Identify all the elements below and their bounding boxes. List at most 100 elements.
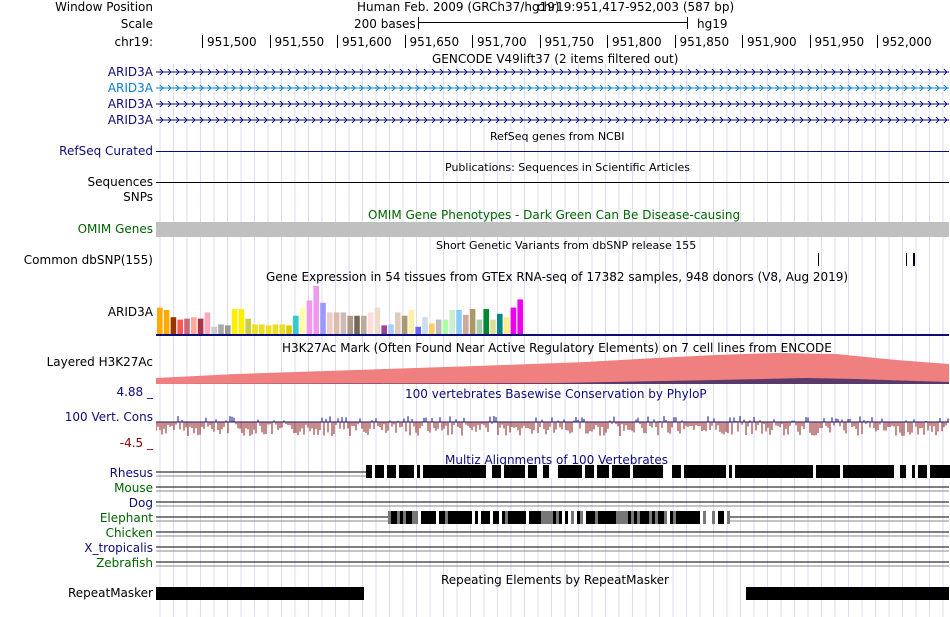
gtex-tissue-bar[interactable] [395, 312, 401, 334]
alignment-block[interactable] [891, 465, 894, 478]
alignment-block[interactable] [714, 465, 717, 478]
alignment-block[interactable] [903, 465, 906, 478]
alignment-block[interactable] [567, 465, 570, 478]
alignment-block[interactable] [619, 511, 622, 524]
alignment-block[interactable] [516, 465, 519, 478]
alignment-block[interactable] [735, 465, 738, 478]
alignment-block[interactable] [403, 511, 406, 524]
multiz-species-label[interactable]: Mouse [114, 481, 153, 496]
alignment-block[interactable] [771, 465, 774, 478]
alignment-block[interactable] [384, 465, 387, 478]
alignment-block[interactable] [705, 465, 708, 478]
alignment-block[interactable] [924, 465, 927, 478]
alignment-block[interactable] [556, 511, 559, 524]
alignment-block[interactable] [525, 465, 528, 478]
alignment-block[interactable] [709, 511, 712, 524]
alignment-block[interactable] [598, 511, 601, 524]
alignment-block[interactable] [615, 465, 618, 478]
conservation-label[interactable]: 100 Vert. Cons [65, 410, 153, 425]
snps-label[interactable]: SNPs [123, 190, 153, 205]
alignment-block[interactable] [501, 465, 504, 478]
h3k27ac-label[interactable]: Layered H3K27Ac [47, 355, 153, 370]
alignment-block[interactable] [544, 511, 547, 524]
alignment-block[interactable] [456, 465, 459, 478]
gtex-tissue-bar[interactable] [313, 286, 319, 334]
alignment-block[interactable] [406, 511, 409, 524]
alignment-block[interactable] [574, 511, 577, 524]
alignment-block[interactable] [801, 465, 804, 478]
alignment-block[interactable] [411, 465, 414, 478]
alignment-block[interactable] [534, 465, 537, 478]
alignment-block[interactable] [442, 511, 445, 524]
alignment-block[interactable] [573, 465, 576, 478]
alignment-block[interactable] [687, 465, 690, 478]
gtex-tissue-bar[interactable] [204, 312, 211, 334]
alignment-block[interactable] [466, 511, 469, 524]
alignment-block[interactable] [610, 511, 613, 524]
gtex-tissue-bar[interactable] [347, 315, 353, 334]
alignment-block[interactable] [577, 511, 580, 524]
gtex-tissue-bar[interactable] [374, 307, 381, 334]
alignment-block[interactable] [417, 465, 420, 478]
gtex-tissue-bar[interactable] [265, 325, 272, 334]
alignment-block[interactable] [586, 511, 589, 524]
alignment-block[interactable] [396, 465, 399, 478]
alignment-block[interactable] [825, 465, 828, 478]
alignment-block[interactable] [390, 465, 393, 478]
gtex-tissue-bar[interactable] [408, 310, 415, 334]
alignment-block[interactable] [414, 465, 417, 478]
alignment-block[interactable] [526, 511, 529, 524]
alignment-block[interactable] [669, 465, 672, 478]
alignment-block[interactable] [472, 511, 475, 524]
alignment-block[interactable] [408, 465, 411, 478]
alignment-block[interactable] [792, 465, 795, 478]
alignment-block[interactable] [648, 465, 651, 478]
alignment-block[interactable] [564, 465, 567, 478]
alignment-block[interactable] [888, 465, 891, 478]
alignment-block[interactable] [511, 511, 514, 524]
alignment-block[interactable] [415, 511, 418, 524]
alignment-block[interactable] [493, 511, 496, 524]
alignment-block[interactable] [658, 511, 661, 524]
gtex-tissue-bar[interactable] [238, 309, 245, 334]
alignment-block[interactable] [727, 511, 730, 524]
alignment-block[interactable] [942, 465, 945, 478]
gtex-tissue-bar[interactable] [293, 315, 299, 334]
alignment-block[interactable] [481, 511, 484, 524]
alignment-block[interactable] [831, 465, 834, 478]
gtex-tissue-bar[interactable] [476, 319, 483, 334]
alignment-block[interactable] [576, 465, 579, 478]
alignment-block[interactable] [813, 465, 816, 478]
alignment-block[interactable] [622, 511, 625, 524]
alignment-block[interactable] [864, 465, 867, 478]
alignment-block[interactable] [861, 465, 864, 478]
alignment-block[interactable] [873, 465, 876, 478]
gtex-tissue-bar[interactable] [497, 313, 503, 334]
alignment-block[interactable] [918, 465, 921, 478]
alignment-block[interactable] [685, 511, 688, 524]
gtex-tissue-bar[interactable] [327, 312, 333, 334]
alignment-block[interactable] [565, 511, 568, 524]
alignment-block[interactable] [637, 511, 640, 524]
alignment-block[interactable] [688, 511, 691, 524]
alignment-block[interactable] [471, 465, 474, 478]
alignment-block[interactable] [870, 465, 873, 478]
alignment-block[interactable] [400, 511, 403, 524]
multiz-species-label[interactable]: Zebrafish [96, 556, 153, 571]
alignment-block[interactable] [420, 465, 423, 478]
alignment-block[interactable] [492, 465, 495, 478]
alignment-block[interactable] [480, 465, 483, 478]
gtex-tissue-bar[interactable] [259, 324, 265, 334]
gencode-item-label[interactable]: ARID3A [108, 81, 153, 96]
alignment-block[interactable] [571, 511, 574, 524]
alignment-block[interactable] [894, 465, 897, 478]
alignment-block[interactable] [457, 511, 460, 524]
gtex-tissue-bar[interactable] [163, 310, 170, 334]
alignment-block[interactable] [585, 465, 588, 478]
alignment-block[interactable] [559, 511, 562, 524]
multiz-species-label[interactable]: Dog [129, 496, 153, 511]
alignment-block[interactable] [634, 511, 637, 524]
alignment-block[interactable] [732, 465, 735, 478]
dbsnp-variant[interactable] [906, 253, 907, 266]
alignment-block[interactable] [915, 465, 918, 478]
